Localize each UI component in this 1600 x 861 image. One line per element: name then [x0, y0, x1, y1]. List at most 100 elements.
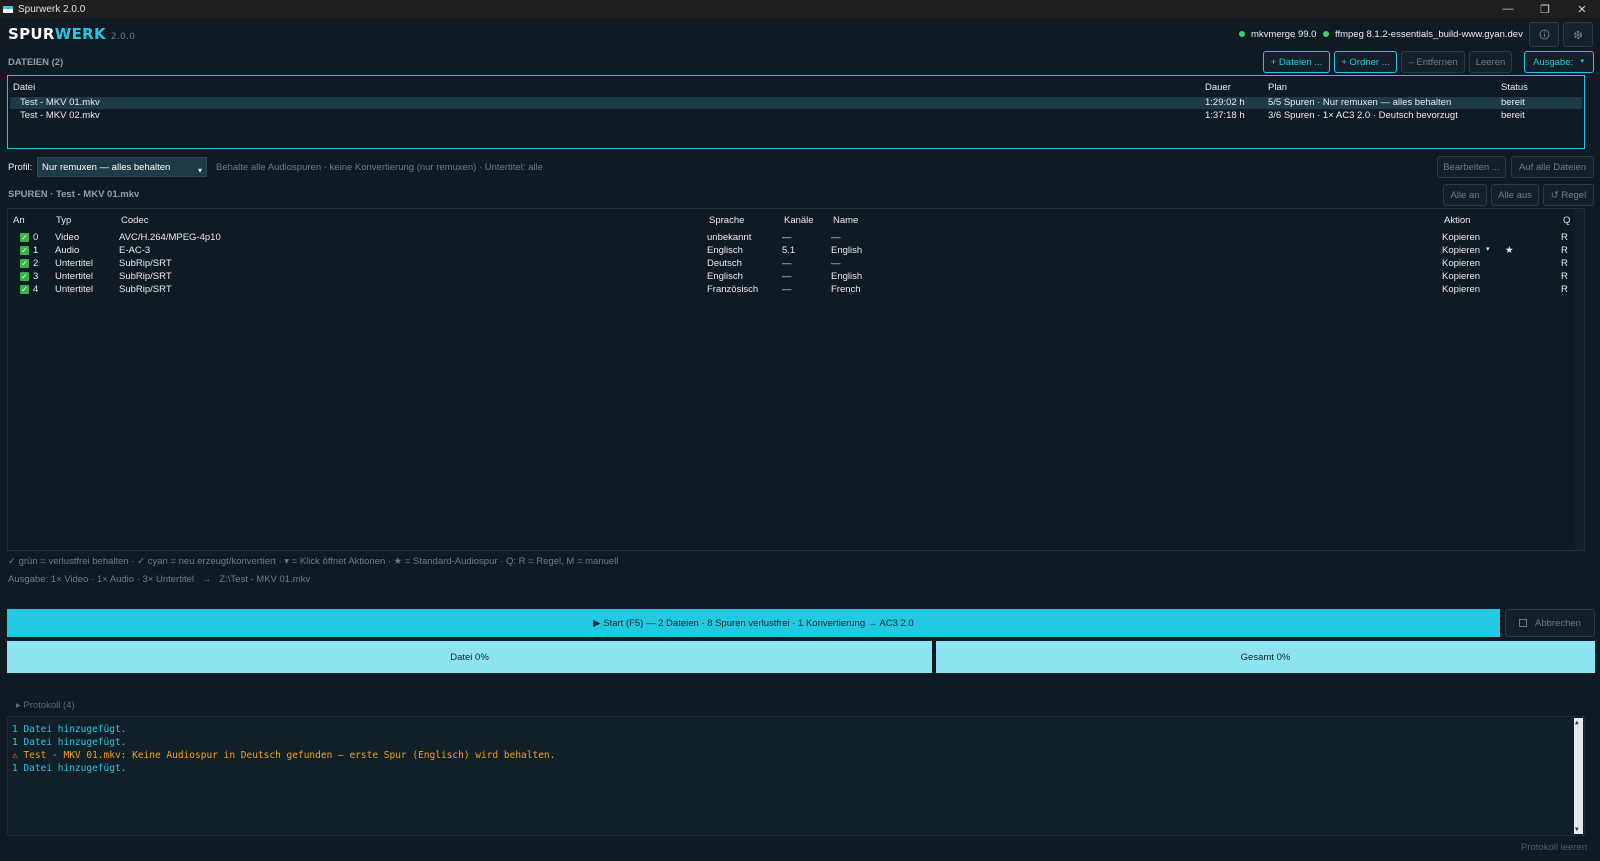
profile-select[interactable]: Nur remuxen — alles behalten ▾	[37, 157, 207, 177]
col-file[interactable]: Datei	[13, 82, 35, 93]
file-duration: 1:37:18 h	[1205, 110, 1245, 121]
window-title: Spurwerk 2.0.0	[18, 3, 86, 15]
file-plan: 5/5 Spuren · Nur remuxen — alles behalte…	[1268, 97, 1452, 108]
track-action[interactable]: Kopieren	[1442, 245, 1480, 256]
col-plan[interactable]: Plan	[1268, 82, 1287, 93]
track-action[interactable]: Kopieren	[1442, 284, 1480, 295]
track-type: Video	[55, 232, 80, 243]
scroll-up-icon[interactable]: ▲	[1575, 719, 1579, 726]
track-q: R	[1561, 271, 1568, 282]
track-row[interactable]: ✓ 2 Untertitel SubRip/SRT Deutsch — — Ko…	[8, 258, 1568, 270]
track-type: Untertitel	[55, 284, 94, 295]
track-q: R	[1561, 245, 1568, 256]
track-checkbox[interactable]: ✓	[20, 259, 29, 268]
ffmpeg-label: ffmpeg 8.1.2-essentials_build-www.gyan.d…	[1335, 29, 1523, 40]
status-dot-icon	[1323, 31, 1329, 38]
col-duration[interactable]: Dauer	[1205, 82, 1231, 93]
start-button[interactable]: ▶ Start (F5) — 2 Dateien · 8 Spuren verl…	[7, 609, 1500, 637]
tracks-table: An Typ Codec Sprache Kanäle Name Aktion …	[7, 208, 1585, 551]
track-index: 2	[33, 258, 39, 269]
track-action[interactable]: Kopieren	[1442, 258, 1480, 269]
rule-button[interactable]: ↺ Regel	[1543, 184, 1594, 206]
track-index: 1	[33, 245, 39, 256]
apply-all-button[interactable]: Auf alle Dateien	[1511, 156, 1594, 178]
track-codec: E-AC-3	[119, 245, 151, 256]
track-row[interactable]: ✓ 4 Untertitel SubRip/SRT Französisch — …	[8, 284, 1568, 296]
col-channels[interactable]: Kanäle	[784, 215, 814, 226]
add-files-button[interactable]: + Dateien ...	[1263, 51, 1330, 73]
remove-button[interactable]: – Entfernen	[1401, 51, 1465, 73]
track-checkbox[interactable]: ✓	[20, 272, 29, 281]
track-action[interactable]: Kopieren	[1442, 271, 1480, 282]
default-audio-star-icon[interactable]: ★	[1505, 245, 1514, 256]
track-codec: SubRip/SRT	[119, 271, 172, 282]
col-status[interactable]: Status	[1501, 82, 1528, 93]
track-checkbox[interactable]: ✓	[20, 246, 29, 255]
track-checkbox[interactable]: ✓	[20, 285, 29, 294]
gear-icon	[1573, 30, 1583, 39]
col-codec[interactable]: Codec	[121, 215, 148, 226]
col-on[interactable]: An	[13, 215, 25, 226]
action-dropdown-icon[interactable]: ▾	[1486, 245, 1490, 253]
cancel-button[interactable]: Abbrechen	[1505, 609, 1595, 637]
track-language: Englisch	[707, 271, 743, 282]
stop-icon	[1519, 619, 1528, 627]
close-button[interactable]: ✕	[1564, 0, 1600, 18]
track-index: 0	[33, 232, 39, 243]
total-progress-label: Gesamt 0%	[1240, 651, 1291, 663]
log-line: 1 Datei hinzugefügt.	[12, 763, 127, 774]
scroll-down-icon[interactable]: ▼	[1575, 826, 1579, 833]
file-row[interactable]: Test - MKV 02.mkv 1:37:18 h 3/6 Spuren ·…	[10, 110, 1582, 122]
file-plan: 3/6 Spuren · 1× AC3 2.0 · Deutsch bevorz…	[1268, 110, 1458, 121]
app-icon	[3, 5, 13, 13]
clear-log-button[interactable]: Protokoll leeren	[1521, 842, 1587, 853]
info-icon	[1539, 29, 1549, 40]
track-codec: AVC/H.264/MPEG-4p10	[119, 232, 221, 243]
col-q[interactable]: Q	[1563, 215, 1570, 226]
profile-label: Profil:	[8, 162, 33, 173]
track-channels: 5.1	[782, 245, 796, 256]
file-row[interactable]: Test - MKV 01.mkv 1:29:02 h 5/5 Spuren ·…	[10, 97, 1582, 109]
info-button[interactable]	[1529, 22, 1559, 47]
track-name: —	[831, 232, 841, 243]
track-q: R	[1561, 258, 1568, 269]
file-duration: 1:29:02 h	[1205, 97, 1245, 108]
all-on-button[interactable]: Alle an	[1443, 184, 1487, 206]
output-dropdown[interactable]: Ausgabe: ▾	[1524, 51, 1594, 73]
track-checkbox[interactable]: ✓	[20, 233, 29, 242]
log-scrollbar[interactable]: ▲ ▼	[1574, 718, 1583, 834]
track-type: Untertitel	[55, 271, 94, 282]
log-line: 1 Datei hinzugefügt.	[12, 737, 127, 748]
col-type[interactable]: Typ	[56, 215, 71, 226]
track-row[interactable]: ✓ 0 Video AVC/H.264/MPEG-4p10 unbekannt …	[8, 232, 1568, 244]
file-progress-bar: Datei 0%	[7, 641, 932, 673]
ffmpeg-status: ffmpeg 8.1.2-essentials_build-www.gyan.d…	[1323, 29, 1523, 40]
track-q: R	[1561, 232, 1568, 243]
track-language: Englisch	[707, 245, 743, 256]
track-language: Französisch	[707, 284, 759, 295]
col-name[interactable]: Name	[833, 215, 858, 226]
file-name: Test - MKV 01.mkv	[20, 97, 100, 108]
tracks-scrollbar[interactable]	[1575, 209, 1584, 550]
profile-description: Behalte alle Audiospuren · keine Konvert…	[216, 162, 543, 173]
track-row[interactable]: ✓ 3 Untertitel SubRip/SRT Englisch — Eng…	[8, 271, 1568, 283]
track-codec: SubRip/SRT	[119, 258, 172, 269]
track-name: —	[831, 258, 841, 269]
clear-button[interactable]: Leeren	[1469, 51, 1512, 73]
track-row[interactable]: ✓ 1 Audio E-AC-3 Englisch 5.1 English Ko…	[8, 245, 1568, 257]
col-language[interactable]: Sprache	[709, 215, 744, 226]
add-folder-button[interactable]: + Ordner ...	[1334, 51, 1397, 73]
minimize-button[interactable]: —	[1490, 0, 1526, 18]
settings-button[interactable]	[1563, 22, 1593, 47]
edit-profile-button[interactable]: Bearbeiten ...	[1437, 156, 1506, 178]
output-label: Ausgabe:	[1533, 56, 1574, 68]
log-line-warning: ⚠ Test - MKV 01.mkv: Keine Audiospur in …	[12, 750, 556, 761]
tracks-section-title: SPUREN · Test - MKV 01.mkv	[8, 189, 140, 200]
track-language: unbekannt	[707, 232, 752, 243]
track-action[interactable]: Kopieren	[1442, 232, 1480, 243]
track-channels: —	[782, 271, 792, 282]
maximize-button[interactable]: ❐	[1527, 0, 1563, 18]
all-off-button[interactable]: Alle aus	[1491, 184, 1539, 206]
col-action[interactable]: Aktion	[1444, 215, 1470, 226]
log-toggle[interactable]: ▸ Protokoll (4)	[16, 700, 75, 711]
